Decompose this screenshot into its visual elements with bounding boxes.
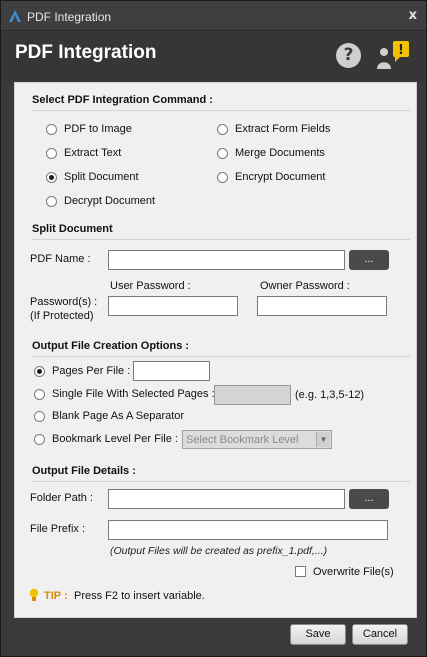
output-name-note: (Output Files will be created as prefix_… [110,545,328,557]
file-prefix-input[interactable] [108,520,388,540]
output-options-title: Output File Creation Options : [32,340,190,352]
radio-extract-form-fields[interactable]: Extract Form Fields [217,123,330,135]
command-section-title: Select PDF Integration Command : [32,94,213,106]
dialog-window: PDF Integration x PDF Integration ? ! Se… [0,0,427,657]
divider [32,110,410,111]
cancel-button[interactable]: Cancel [352,624,408,645]
split-section-title: Split Document [32,223,113,235]
radio-label: Merge Documents [235,147,325,159]
app-logo-icon [9,10,21,22]
pages-per-file-input[interactable] [133,361,210,381]
alert-badge-text: ! [398,43,404,58]
user-alert-icon[interactable]: ! [375,39,411,71]
dialog-header: PDF Integration ? ! [1,31,426,81]
user-password-label: User Password : [110,280,191,292]
radio-pages-per-file[interactable]: Pages Per File : [34,365,130,377]
folder-path-input[interactable] [108,489,345,509]
radio-single-file[interactable]: Single File With Selected Pages : [34,388,215,400]
radio-dot-selected[interactable] [46,171,57,183]
radio-label: Extract Text [64,147,122,159]
select-value: Select Bookmark Level [186,434,299,446]
bookmark-level-select[interactable]: Select Bookmark Level ▼ [182,430,332,449]
tip-label: TIP : [44,590,68,602]
divider [32,356,410,357]
radio-label: Decrypt Document [64,195,156,207]
radio-label: Bookmark Level Per File : [52,433,178,445]
user-password-input[interactable] [108,296,238,316]
save-button[interactable]: Save [290,624,346,645]
radio-dot[interactable] [217,123,228,135]
radio-dot[interactable] [217,171,228,183]
password-label: Password(s) : [30,296,98,308]
owner-password-input[interactable] [257,296,387,316]
content-panel: Select PDF Integration Command : PDF to … [14,82,417,618]
page-title: PDF Integration [15,42,157,63]
radio-dot[interactable] [34,388,45,400]
chevron-down-icon[interactable]: ▼ [316,432,330,447]
radio-dot-selected[interactable] [34,365,45,377]
radio-encrypt-document[interactable]: Encrypt Document [217,171,325,183]
radio-split-document[interactable]: Split Document [46,171,139,183]
password-hint-label: (If Protected) [30,310,94,322]
close-icon[interactable]: x [409,8,417,23]
pdf-name-input[interactable] [108,250,345,270]
lightbulb-icon [29,588,39,601]
tip-text: Press F2 to insert variable. [74,590,205,602]
folder-path-label: Folder Path : [30,492,93,504]
help-icon[interactable]: ? [336,43,361,68]
selected-pages-example: (e.g. 1,3,5-12) [295,389,365,401]
file-prefix-label: File Prefix : [30,523,86,535]
radio-pdf-to-image[interactable]: PDF to Image [46,123,132,135]
radio-dot[interactable] [46,147,57,159]
radio-merge-documents[interactable]: Merge Documents [217,147,325,159]
radio-blank-page-separator[interactable]: Blank Page As A Separator [34,410,184,422]
radio-bookmark-level[interactable]: Bookmark Level Per File : [34,433,178,445]
folder-browse-button[interactable]: ... [349,489,389,509]
radio-dot[interactable] [34,410,45,422]
window-title: PDF Integration [27,10,112,24]
divider [32,239,410,240]
radio-label: Encrypt Document [235,171,326,183]
radio-label: Extract Form Fields [235,123,331,135]
output-details-title: Output File Details : [32,465,136,477]
pdf-name-label: PDF Name : [30,253,91,265]
overwrite-label: Overwrite File(s) [313,566,394,578]
radio-dot[interactable] [217,147,228,159]
radio-label: Pages Per File : [52,365,131,377]
radio-extract-text[interactable]: Extract Text [46,147,121,159]
radio-dot[interactable] [46,195,57,207]
pdf-browse-button[interactable]: ... [349,250,389,270]
radio-dot[interactable] [34,433,45,445]
title-bar[interactable]: PDF Integration x [1,1,426,31]
overwrite-checkbox[interactable] [295,566,306,577]
divider [32,481,410,482]
radio-dot[interactable] [46,123,57,135]
owner-password-label: Owner Password : [260,280,350,292]
radio-label: Split Document [64,171,139,183]
selected-pages-input[interactable] [214,385,291,405]
radio-label: PDF to Image [64,123,132,135]
radio-label: Single File With Selected Pages : [52,388,215,400]
radio-decrypt-document[interactable]: Decrypt Document [46,195,155,207]
radio-label: Blank Page As A Separator [52,410,185,422]
